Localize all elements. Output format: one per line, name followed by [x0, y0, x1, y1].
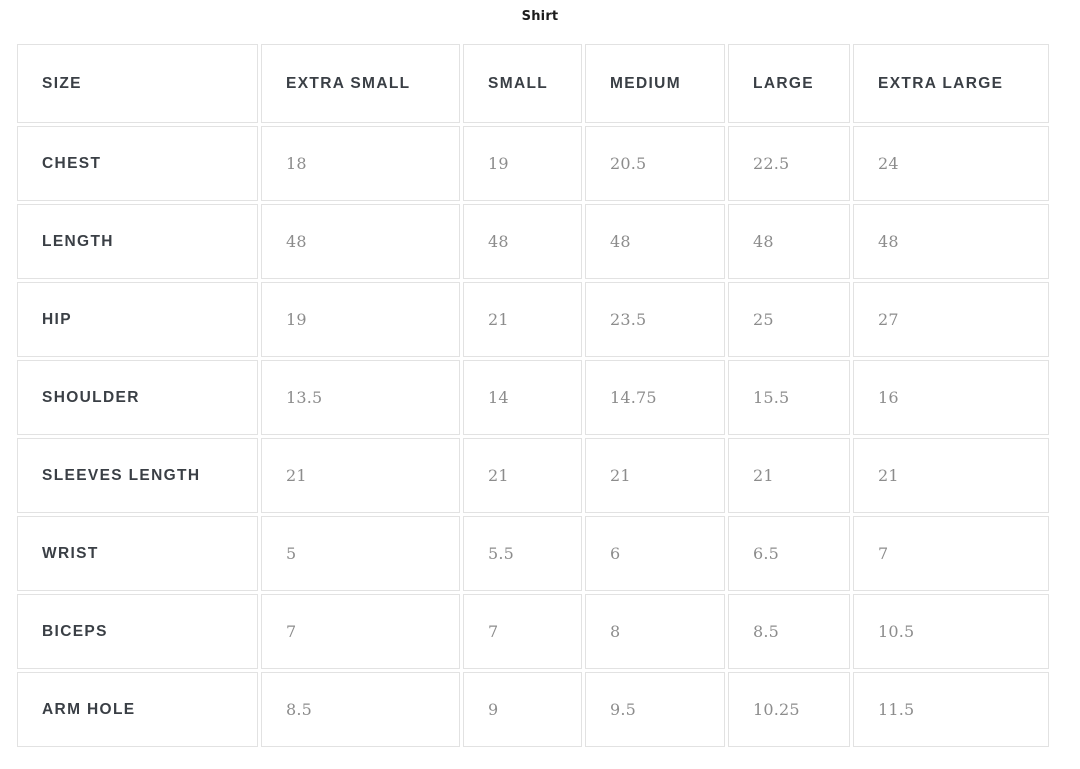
size-chart-container: SIZE EXTRA SMALL SMALL MEDIUM LARGE EXTR… [0, 41, 1080, 750]
cell-arm-hole-extra-small: 8.5 [261, 672, 460, 747]
table-row: ARM HOLE 8.5 9 9.5 10.25 11.5 [17, 672, 1049, 747]
cell-sleeves-length-extra-large: 21 [853, 438, 1049, 513]
cell-chest-medium: 20.5 [585, 126, 725, 201]
cell-wrist-extra-small: 5 [261, 516, 460, 591]
cell-biceps-extra-large: 10.5 [853, 594, 1049, 669]
row-label-length: LENGTH [17, 204, 258, 279]
cell-biceps-small: 7 [463, 594, 582, 669]
table-row: SLEEVES LENGTH 21 21 21 21 21 [17, 438, 1049, 513]
cell-chest-extra-small: 18 [261, 126, 460, 201]
table-row: SHOULDER 13.5 14 14.75 15.5 16 [17, 360, 1049, 435]
row-label-sleeves-length: SLEEVES LENGTH [17, 438, 258, 513]
page-title: Shirt [521, 9, 559, 24]
cell-biceps-extra-small: 7 [261, 594, 460, 669]
row-label-chest: CHEST [17, 126, 258, 201]
table-row: BICEPS 7 7 8 8.5 10.5 [17, 594, 1049, 669]
cell-arm-hole-small: 9 [463, 672, 582, 747]
cell-wrist-medium: 6 [585, 516, 725, 591]
cell-biceps-medium: 8 [585, 594, 725, 669]
cell-length-extra-large: 48 [853, 204, 1049, 279]
column-header-large: LARGE [728, 44, 850, 123]
cell-shoulder-extra-large: 16 [853, 360, 1049, 435]
cell-shoulder-extra-small: 13.5 [261, 360, 460, 435]
cell-sleeves-length-medium: 21 [585, 438, 725, 513]
column-header-small: SMALL [463, 44, 582, 123]
row-label-arm-hole: ARM HOLE [17, 672, 258, 747]
cell-hip-extra-small: 19 [261, 282, 460, 357]
header-row: SIZE EXTRA SMALL SMALL MEDIUM LARGE EXTR… [17, 44, 1049, 123]
cell-length-medium: 48 [585, 204, 725, 279]
column-header-medium: MEDIUM [585, 44, 725, 123]
cell-shoulder-small: 14 [463, 360, 582, 435]
cell-arm-hole-large: 10.25 [728, 672, 850, 747]
row-label-wrist: WRIST [17, 516, 258, 591]
cell-hip-small: 21 [463, 282, 582, 357]
cell-arm-hole-medium: 9.5 [585, 672, 725, 747]
table-row: CHEST 18 19 20.5 22.5 24 [17, 126, 1049, 201]
cell-wrist-large: 6.5 [728, 516, 850, 591]
column-header-extra-small: EXTRA SMALL [261, 44, 460, 123]
cell-length-small: 48 [463, 204, 582, 279]
cell-biceps-large: 8.5 [728, 594, 850, 669]
cell-chest-small: 19 [463, 126, 582, 201]
table-body: CHEST 18 19 20.5 22.5 24 LENGTH 48 48 48… [17, 126, 1049, 747]
cell-length-large: 48 [728, 204, 850, 279]
column-header-size: SIZE [17, 44, 258, 123]
table-row: WRIST 5 5.5 6 6.5 7 [17, 516, 1049, 591]
table-row: HIP 19 21 23.5 25 27 [17, 282, 1049, 357]
cell-chest-large: 22.5 [728, 126, 850, 201]
table-header: SIZE EXTRA SMALL SMALL MEDIUM LARGE EXTR… [17, 44, 1049, 123]
cell-chest-extra-large: 24 [853, 126, 1049, 201]
column-header-extra-large: EXTRA LARGE [853, 44, 1049, 123]
cell-hip-large: 25 [728, 282, 850, 357]
row-label-biceps: BICEPS [17, 594, 258, 669]
cell-wrist-extra-large: 7 [853, 516, 1049, 591]
size-chart-page: Shirt SIZE EXTRA SMALL SMALL MEDIUM LARG… [0, 0, 1080, 769]
cell-arm-hole-extra-large: 11.5 [853, 672, 1049, 747]
table-row: LENGTH 48 48 48 48 48 [17, 204, 1049, 279]
cell-length-extra-small: 48 [261, 204, 460, 279]
cell-shoulder-large: 15.5 [728, 360, 850, 435]
cell-sleeves-length-extra-small: 21 [261, 438, 460, 513]
cell-shoulder-medium: 14.75 [585, 360, 725, 435]
row-label-hip: HIP [17, 282, 258, 357]
cell-hip-medium: 23.5 [585, 282, 725, 357]
cell-sleeves-length-large: 21 [728, 438, 850, 513]
size-chart-table: SIZE EXTRA SMALL SMALL MEDIUM LARGE EXTR… [14, 41, 1052, 750]
cell-sleeves-length-small: 21 [463, 438, 582, 513]
cell-wrist-small: 5.5 [463, 516, 582, 591]
row-label-shoulder: SHOULDER [17, 360, 258, 435]
cell-hip-extra-large: 27 [853, 282, 1049, 357]
